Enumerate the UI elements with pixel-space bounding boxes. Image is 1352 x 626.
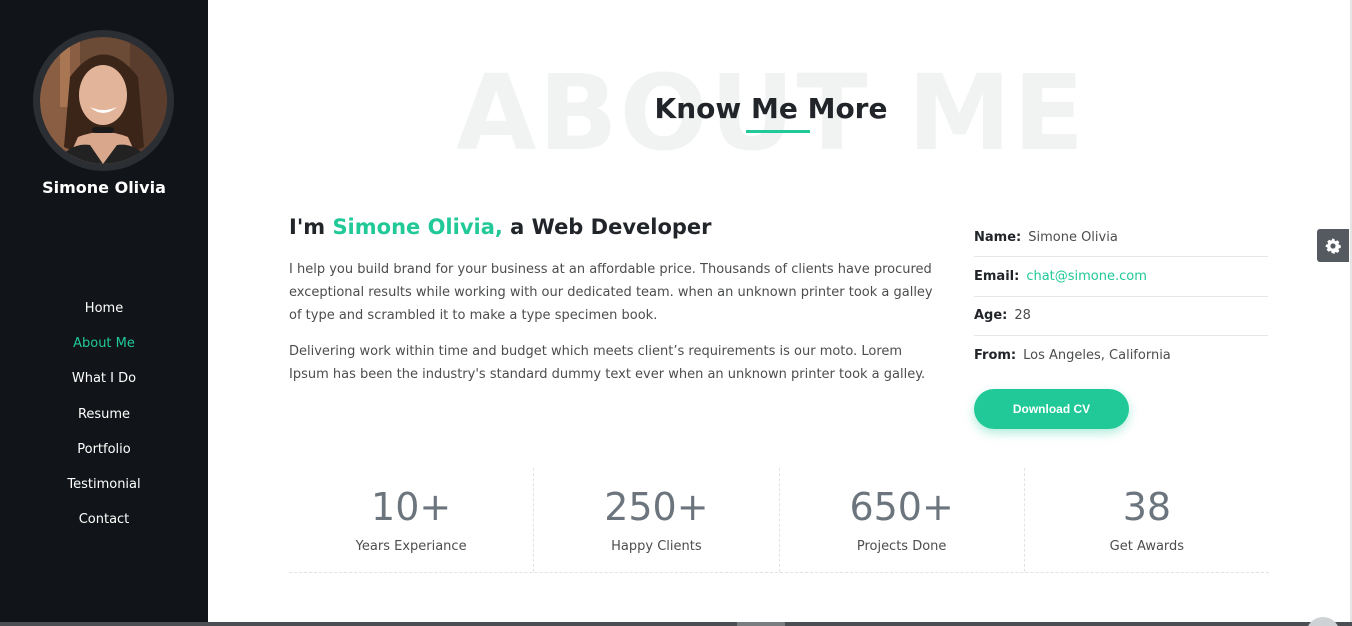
stat-label: Years Experiance — [355, 539, 467, 554]
gear-icon — [1325, 237, 1341, 254]
intro-name: Simone Olivia, — [332, 215, 503, 239]
info-label: Name: — [974, 229, 1022, 245]
horizontal-scrollbar[interactable] — [0, 622, 1352, 626]
nav-item-portfolio[interactable]: Portfolio — [0, 438, 208, 473]
intro-paragraph-1: I help you build brand for your business… — [289, 262, 933, 323]
scrollbar-thumb[interactable] — [737, 622, 785, 626]
info-row-from: From: Los Angeles, California — [974, 336, 1268, 375]
intro-suffix: a Web Developer — [502, 215, 712, 239]
intro-paragraph-2: Delivering work within time and budget w… — [289, 344, 926, 382]
intro-prefix: I'm — [289, 215, 333, 239]
nav-item-home[interactable]: Home — [0, 297, 208, 332]
profile-name: Simone Olivia — [42, 178, 166, 197]
stat-item: 650+ Projects Done — [780, 468, 1025, 572]
info-row-age: Age: 28 — [974, 297, 1268, 336]
stat-value: 250+ — [604, 485, 709, 529]
stat-label: Get Awards — [1109, 539, 1185, 554]
about-section: ABOUT ME Know Me More I'm Simone Olivia,… — [208, 0, 1352, 626]
info-label: Email: — [974, 268, 1020, 284]
download-cv-button[interactable]: Download CV — [974, 389, 1129, 429]
stat-value: 38 — [1122, 485, 1172, 529]
nav-item-about-me[interactable]: About Me — [0, 332, 208, 367]
nav-item-what-i-do[interactable]: What I Do — [0, 367, 208, 402]
personal-info-list: Name: Simone Olivia Email: chat@simone.c… — [974, 218, 1268, 375]
info-row-email: Email: chat@simone.com — [974, 257, 1268, 297]
nav-item-testimonial[interactable]: Testimonial — [0, 473, 208, 508]
section-title: Know Me More — [654, 92, 888, 125]
nav-item-resume[interactable]: Resume — [0, 403, 208, 438]
stat-value: 10+ — [371, 485, 452, 529]
stat-item: 10+ Years Experiance — [289, 468, 535, 572]
style-switcher-button[interactable] — [1317, 229, 1349, 262]
main-nav: Home About Me What I Do Resume Portfolio… — [0, 297, 208, 543]
title-underline — [746, 130, 810, 133]
stat-item: 250+ Happy Clients — [534, 468, 780, 572]
stats-row: 10+ Years Experiance 250+ Happy Clients … — [289, 468, 1269, 573]
info-value-from: Los Angeles, California — [1023, 348, 1171, 364]
stat-value: 650+ — [849, 485, 954, 529]
sidebar: Simone Olivia Home About Me What I Do Re… — [0, 0, 208, 626]
info-row-name: Name: Simone Olivia — [974, 218, 1268, 258]
stat-item: 38 Get Awards — [1025, 468, 1269, 572]
stat-label: Projects Done — [856, 539, 947, 554]
intro-heading: I'm Simone Olivia, a Web Developer — [289, 215, 712, 239]
stat-label: Happy Clients — [611, 539, 702, 554]
avatar[interactable] — [40, 37, 167, 164]
info-label: From: — [974, 348, 1017, 364]
info-value-name: Simone Olivia — [1028, 229, 1118, 245]
info-label: Age: — [974, 308, 1008, 324]
info-value-age: 28 — [1014, 308, 1031, 324]
avatar-frame — [33, 30, 174, 171]
email-link[interactable]: chat@simone.com — [1026, 269, 1147, 284]
nav-item-contact[interactable]: Contact — [0, 508, 208, 543]
